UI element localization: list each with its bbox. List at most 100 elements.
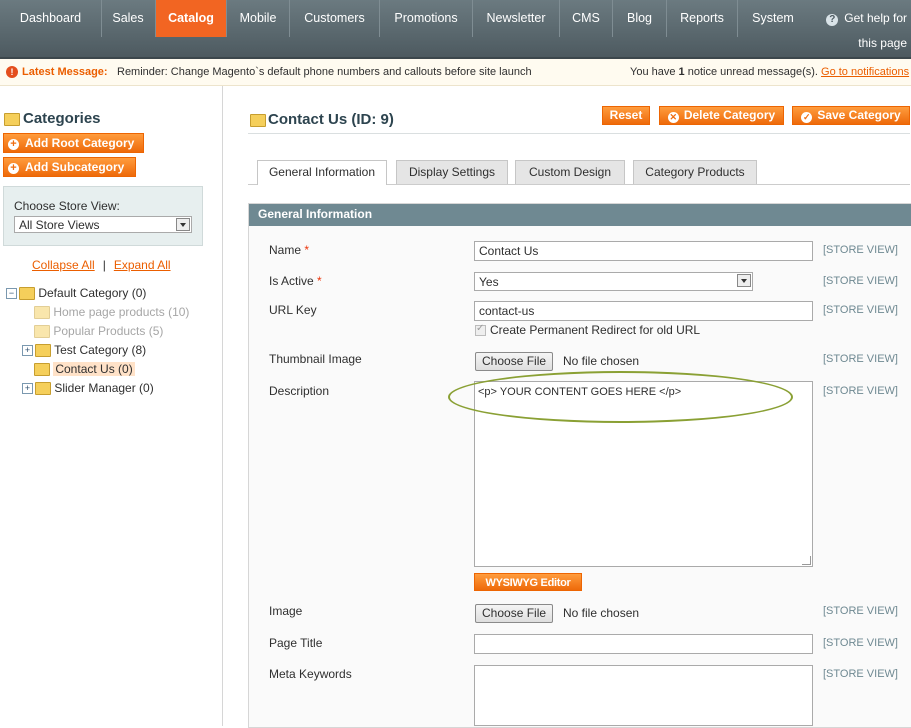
fieldset-header: General Information	[249, 204, 911, 226]
nav-cms[interactable]: CMS	[560, 0, 613, 37]
tree-node-selected[interactable]: Contact Us (0)	[34, 360, 135, 378]
tree-node[interactable]: Popular Products (5)	[34, 322, 163, 340]
store-view-tag: [STORE VIEW]	[823, 605, 898, 617]
store-view-tag: [STORE VIEW]	[823, 275, 898, 287]
nav-promotions[interactable]: Promotions	[380, 0, 473, 37]
nav-customers[interactable]: Customers	[290, 0, 380, 37]
name-input[interactable]: Contact Us	[474, 241, 813, 261]
wysiwyg-editor-button[interactable]: WYSIWYG Editor	[474, 573, 582, 591]
help-line-1: Get help for	[844, 11, 907, 25]
nav-mobile[interactable]: Mobile	[227, 0, 290, 37]
tree-node[interactable]: + Test Category (8)	[22, 341, 146, 359]
reset-button[interactable]: Reset	[602, 106, 650, 125]
store-view-tag: [STORE VIEW]	[823, 244, 898, 256]
image-choose-file-button[interactable]: Choose File	[475, 604, 554, 623]
add-root-category-button[interactable]: + Add Root Category	[3, 133, 144, 153]
category-folder-icon	[250, 114, 266, 127]
nav-blog[interactable]: Blog	[613, 0, 667, 37]
tab-bar: General Information Display Settings Cus…	[248, 160, 910, 185]
description-label: Description	[269, 384, 330, 398]
page-title: Contact Us (ID: 9)	[268, 111, 394, 128]
folder-icon	[19, 287, 35, 301]
redirect-label: Create Permanent Redirect for old URL	[490, 323, 701, 337]
meta-keywords-textarea[interactable]	[474, 665, 813, 726]
warning-icon: !	[6, 66, 18, 78]
url-key-label: URL Key	[269, 303, 317, 317]
tree-toggle-links: Collapse All | Expand All	[32, 258, 171, 272]
store-view-value: All Store Views	[19, 218, 100, 232]
delete-label: Delete Category	[683, 108, 776, 122]
folder-icon	[35, 382, 51, 396]
page-title-input[interactable]	[474, 634, 813, 654]
redirect-checkbox[interactable]	[475, 323, 486, 336]
nav-reports[interactable]: Reports	[667, 0, 738, 37]
thumbnail-choose-file-button[interactable]: Choose File	[475, 352, 554, 371]
go-to-notifications-link[interactable]: Go to notifications	[821, 66, 909, 78]
tree-node-label: Home page products (10)	[53, 305, 190, 319]
tree-node[interactable]: Home page products (10)	[34, 303, 189, 321]
store-view-tag: [STORE VIEW]	[823, 385, 898, 397]
folder-icon	[34, 363, 50, 377]
sidebar-title: Categories	[23, 110, 101, 127]
url-key-input[interactable]: contact-us	[474, 301, 813, 321]
tree-node[interactable]: + Slider Manager (0)	[22, 379, 154, 397]
nav-dashboard[interactable]: Dashboard	[0, 0, 102, 37]
check-icon: ✓	[801, 112, 813, 123]
is-active-label-text: Is Active	[269, 274, 314, 288]
page-title-label: Page Title	[269, 636, 323, 650]
store-view-tag: [STORE VIEW]	[823, 353, 898, 365]
dropdown-arrow-icon	[737, 274, 751, 287]
is-active-select[interactable]: Yes	[474, 272, 753, 291]
collapse-icon[interactable]: −	[6, 288, 17, 300]
resize-grip-icon[interactable]	[802, 556, 811, 565]
required-mark: *	[304, 243, 310, 257]
tree-node[interactable]: − Default Category (0)	[6, 284, 146, 302]
tree-node-label: Popular Products (5)	[53, 324, 164, 338]
add-sub-label: Add Subcategory	[25, 160, 125, 174]
is-active-value: Yes	[479, 275, 499, 289]
tree-node-label: Test Category (8)	[54, 343, 147, 357]
add-root-label: Add Root Category	[25, 136, 135, 150]
tree-node-label: Default Category (0)	[38, 286, 147, 300]
delete-icon: ✕	[667, 112, 679, 123]
highlight-ellipse	[448, 371, 793, 423]
tree-node-label: Slider Manager (0)	[54, 381, 154, 395]
save-label: Save Category	[817, 108, 901, 122]
tab-custom-design[interactable]: Custom Design	[515, 160, 625, 184]
expand-icon[interactable]: +	[22, 383, 33, 395]
nav-system[interactable]: System	[738, 0, 808, 37]
store-view-tag: [STORE VIEW]	[823, 637, 898, 649]
store-view-select[interactable]: All Store Views	[14, 216, 192, 233]
store-view-panel: Choose Store View: All Store Views	[3, 186, 203, 246]
thumbnail-label: Thumbnail Image	[269, 352, 362, 366]
thumbnail-no-file-text: No file chosen	[563, 354, 640, 368]
nav-newsletter[interactable]: Newsletter	[473, 0, 560, 37]
plus-icon: +	[8, 163, 19, 174]
help-line-2: this page	[858, 36, 907, 50]
nav-sales[interactable]: Sales	[101, 0, 156, 37]
notice-post: notice unread message(s).	[684, 66, 822, 78]
tab-category-products[interactable]: Category Products	[633, 160, 757, 184]
nav-catalog[interactable]: Catalog	[156, 0, 227, 37]
delete-category-button[interactable]: ✕ Delete Category	[659, 106, 784, 125]
help-icon: ?	[826, 14, 839, 26]
save-category-button[interactable]: ✓ Save Category	[792, 106, 910, 125]
latest-message-text: Reminder: Change Magento`s default phone…	[117, 66, 532, 78]
notification-bar: ! Latest Message: Reminder: Change Magen…	[0, 59, 911, 86]
folder-icon	[35, 344, 51, 358]
meta-keywords-label: Meta Keywords	[269, 667, 352, 681]
image-label: Image	[269, 604, 303, 618]
tab-display-settings[interactable]: Display Settings	[396, 160, 508, 184]
is-active-label: Is Active *	[269, 274, 322, 288]
dropdown-arrow-icon	[176, 218, 190, 231]
folder-icon	[34, 325, 50, 339]
folder-icon	[34, 306, 50, 320]
expand-icon[interactable]: +	[22, 345, 33, 357]
expand-all-link[interactable]: Expand All	[114, 258, 171, 272]
tab-general-information[interactable]: General Information	[257, 160, 387, 185]
notice-summary: You have 1 notice unread message(s). Go …	[630, 59, 909, 85]
add-subcategory-button[interactable]: + Add Subcategory	[3, 157, 136, 177]
top-navigation: Dashboard Sales Catalog Mobile Customers…	[0, 0, 911, 59]
help-link[interactable]: ? Get help for this page	[817, 6, 907, 56]
collapse-all-link[interactable]: Collapse All	[32, 258, 95, 272]
